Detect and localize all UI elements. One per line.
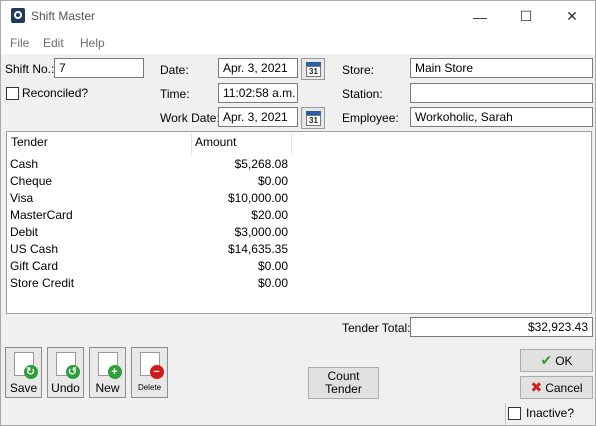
date-calendar-button[interactable]: 31 [301,58,325,80]
undo-badge-icon: ↺ [65,365,80,379]
count-tender-label-line2: Tender [325,382,362,396]
minimize-button[interactable]: — [457,1,503,32]
employee-label: Employee: [342,111,399,125]
shift-no-field[interactable]: 7 [54,58,144,78]
undo-button[interactable]: ↺ Undo [47,347,84,398]
ok-label: OK [555,353,573,368]
tender-cell: Gift Card [10,259,59,273]
maximize-button[interactable]: ☐ [503,1,549,32]
date-label: Date: [160,63,189,77]
time-field[interactable]: 11:02:58 a.m. [218,83,298,103]
amount-cell: $0.00 [257,259,288,273]
status-area: Inactive? [505,403,595,425]
tender-grid[interactable]: Tender Amount Cash $5,268.08 Cheque $0.0… [6,131,592,314]
tender-cell: Cash [10,157,39,171]
tender-cell: Debit [10,225,39,239]
menu-bar: File Edit Help [1,32,595,54]
save-label: Save [9,381,38,395]
new-icon: + [97,352,122,379]
date-field[interactable]: Apr. 3, 2021 [218,58,298,78]
save-badge-icon: ↻ [23,365,38,379]
store-field[interactable]: Main Store [410,58,593,78]
save-button[interactable]: ↻ Save [5,347,42,398]
calendar-day-number: 31 [306,115,321,126]
work-date-field[interactable]: Apr. 3, 2021 [218,107,298,127]
maximize-icon: ☐ [519,8,533,24]
window-title: Shift Master [31,9,96,23]
station-field[interactable] [410,83,593,103]
cancel-label: Cancel [545,380,583,395]
minus-icon: − [149,365,164,379]
delete-icon: − [139,352,164,379]
new-button[interactable]: + New [89,347,126,398]
inactive-label: Inactive? [526,406,575,420]
amount-cell: $20.00 [251,208,288,222]
column-separator [291,133,292,155]
reconciled-label: Reconciled? [22,86,89,100]
amount-cell: $5,268.08 [234,157,288,171]
cancel-button[interactable]: ✖ Cancel [520,376,593,399]
store-label: Store: [342,63,375,77]
undo-icon: ↺ [55,352,80,379]
time-label: Time: [160,87,190,101]
count-tender-button[interactable]: Count Tender [308,367,379,399]
work-date-label: Work Date: [160,111,220,125]
check-icon: ✔ [540,352,553,368]
delete-button[interactable]: − Delete [131,347,168,398]
plus-icon: + [107,365,122,379]
amount-cell: $0.00 [257,174,288,188]
tender-cell: Store Credit [10,276,75,290]
app-icon [11,8,25,23]
station-label: Station: [342,87,383,101]
shift-master-window: Shift Master — ☐ ✕ File Edit Help Shift … [0,0,596,426]
save-icon: ↻ [13,352,38,379]
calendar-day-number: 31 [306,66,321,77]
tender-cell: MasterCard [10,208,73,222]
tender-cell: Visa [10,191,34,205]
reconciled-checkbox[interactable] [6,87,19,100]
new-label: New [95,381,120,395]
amount-cell: $14,635.35 [227,242,288,256]
column-header-amount[interactable]: Amount [195,135,236,149]
menu-help[interactable]: Help [80,36,105,50]
tender-total-field: $32,923.43 [410,317,593,337]
minimize-icon: — [473,8,487,25]
column-header-tender[interactable]: Tender [11,135,48,149]
work-date-calendar-button[interactable]: 31 [301,107,325,129]
amount-cell: $0.00 [257,276,288,290]
close-icon: ✕ [566,8,578,24]
tender-total-label: Tender Total: [342,321,411,335]
inactive-checkbox[interactable] [508,407,521,420]
amount-cell: $3,000.00 [234,225,288,239]
amount-cell: $10,000.00 [227,191,288,205]
delete-label: Delete [137,383,162,392]
menu-edit[interactable]: Edit [43,36,64,50]
menu-file[interactable]: File [10,36,29,50]
tender-cell: US Cash [10,242,59,256]
cancel-x-icon: ✖ [530,379,543,395]
ok-button[interactable]: ✔ OK [520,349,593,372]
employee-field[interactable]: Workoholic, Sarah [410,107,593,127]
title-bar: Shift Master — ☐ ✕ [1,1,595,32]
undo-label: Undo [51,381,80,395]
tender-cell: Cheque [10,174,53,188]
close-button[interactable]: ✕ [549,1,595,32]
column-separator [191,133,192,155]
shift-no-label: Shift No.: [5,62,55,76]
